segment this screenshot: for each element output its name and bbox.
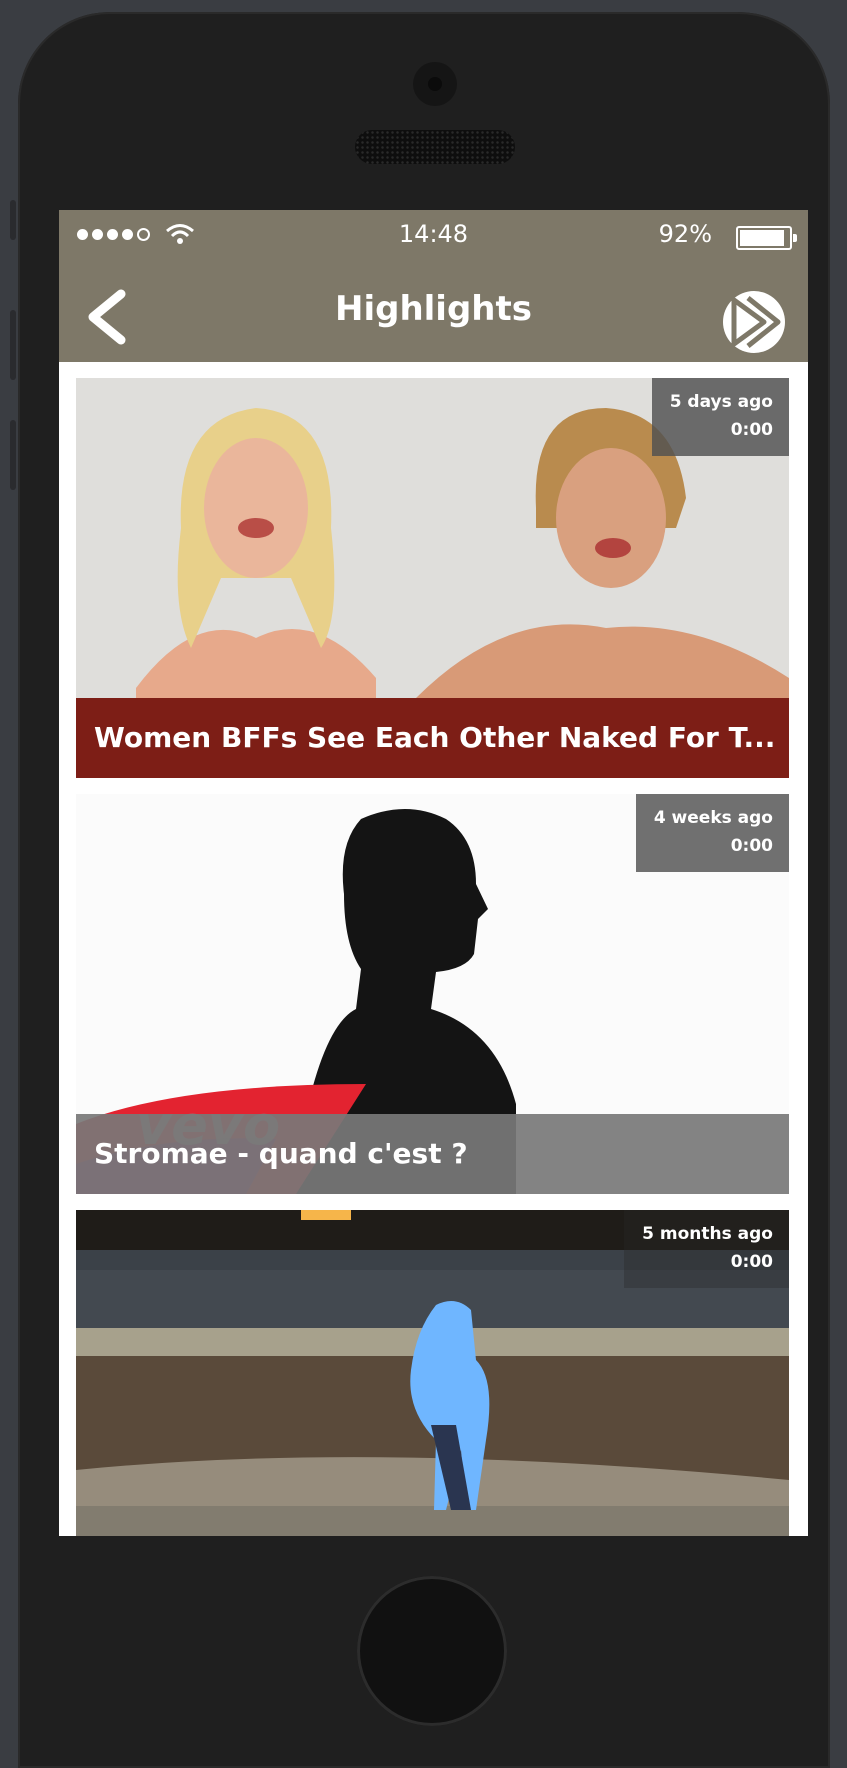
video-age: 4 weeks ago [653,808,773,828]
video-meta: 4 weeks ago 0:00 [635,794,789,872]
video-list: 5 days ago 0:00 Women BFFs See Each Othe… [59,362,808,1536]
video-meta: 5 days ago 0:00 [651,378,789,456]
play-logo-icon[interactable] [720,288,788,356]
front-camera [413,62,457,106]
video-card[interactable]: vevo 4 weeks ago 0:00 Stromae - quand c'… [76,794,789,1194]
volume-up-button [10,310,16,380]
video-duration: 0:00 [730,1252,773,1272]
video-title: Women BFFs See Each Other Naked For T... [76,698,789,778]
battery-percent: 92% [658,220,712,248]
video-card[interactable]: 5 months ago 0:00 [76,1210,789,1536]
video-duration: 0:00 [730,836,773,856]
video-duration: 0:00 [730,420,773,440]
page-title: Highlights [335,289,532,329]
status-bar: 14:48 92% [59,210,808,262]
video-card[interactable]: 5 days ago 0:00 Women BFFs See Each Othe… [76,378,789,778]
earpiece-speaker [355,130,515,164]
video-age: 5 months ago [642,1224,773,1244]
mute-switch [10,200,16,240]
video-meta: 5 months ago 0:00 [624,1210,789,1288]
app-screen: 14:48 92% Highlights 5 days ago 0:00 Wom… [59,210,808,1536]
navigation-bar: Highlights [59,262,808,362]
video-title: Stromae - quand c'est ? [76,1114,789,1194]
home-button[interactable] [357,1576,507,1726]
battery-icon [736,226,797,250]
volume-down-button [10,420,16,490]
video-age: 5 days ago [669,392,773,412]
